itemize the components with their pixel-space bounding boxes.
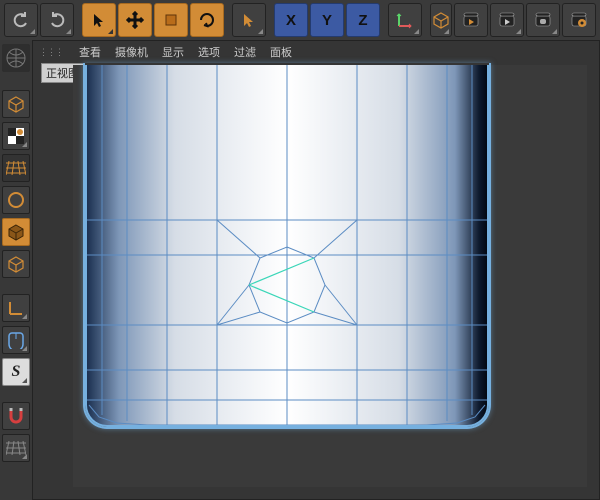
undo-button[interactable] xyxy=(4,3,38,37)
viewport[interactable]: ⋮⋮⋮ 查看 摄像机 显示 选项 过滤 面板 正视图 xyxy=(32,40,600,500)
workplane[interactable] xyxy=(2,434,30,462)
rotate-tool[interactable] xyxy=(190,3,224,37)
texture-mode[interactable] xyxy=(2,122,30,150)
menu-filter[interactable]: 过滤 xyxy=(234,44,256,60)
render-view-button[interactable] xyxy=(454,3,488,37)
viewport-canvas[interactable] xyxy=(73,65,587,487)
lock-z[interactable]: Z xyxy=(346,3,380,37)
viewport-menu: ⋮⋮⋮ 查看 摄像机 显示 选项 过滤 面板 xyxy=(39,43,292,61)
menu-view[interactable]: 查看 xyxy=(79,44,101,60)
axis-lock-group: X Y Z xyxy=(274,3,380,37)
transform-group xyxy=(82,3,224,37)
history-group xyxy=(4,3,74,37)
snap-S[interactable]: S xyxy=(2,358,30,386)
edge-mode[interactable] xyxy=(2,250,30,278)
move-tool[interactable] xyxy=(118,3,152,37)
left-toolbar: S xyxy=(0,40,33,500)
render-settings-button[interactable] xyxy=(562,3,596,37)
model-mode[interactable] xyxy=(2,154,30,182)
redo-button[interactable] xyxy=(40,3,74,37)
coord-system-button[interactable] xyxy=(388,3,422,37)
select-tool[interactable] xyxy=(82,3,116,37)
wireframe-overlay xyxy=(87,65,487,425)
lock-y[interactable]: Y xyxy=(310,3,344,37)
menu-options[interactable]: 选项 xyxy=(198,44,220,60)
lock-x[interactable]: X xyxy=(274,3,308,37)
scale-tool[interactable] xyxy=(154,3,188,37)
menu-panel[interactable]: 面板 xyxy=(270,44,292,60)
mouse-mode[interactable] xyxy=(2,326,30,354)
point-mode[interactable] xyxy=(2,218,30,246)
menu-display[interactable]: 显示 xyxy=(162,44,184,60)
render-pv-button[interactable] xyxy=(526,3,560,37)
last-tool[interactable] xyxy=(232,3,266,37)
render-region-button[interactable] xyxy=(490,3,524,37)
shading-mode-button[interactable] xyxy=(430,3,452,37)
object-mode[interactable] xyxy=(2,186,30,214)
grip-icon[interactable]: ⋮⋮⋮ xyxy=(39,47,63,58)
menu-camera[interactable]: 摄像机 xyxy=(115,44,148,60)
magnet[interactable] xyxy=(2,402,30,430)
make-editable[interactable] xyxy=(2,90,30,118)
top-toolbar: X Y Z xyxy=(0,0,600,41)
object-cylinder[interactable] xyxy=(85,65,489,427)
axis-mode[interactable] xyxy=(2,294,30,322)
globe-icon xyxy=(2,44,30,72)
render-group xyxy=(454,3,596,37)
